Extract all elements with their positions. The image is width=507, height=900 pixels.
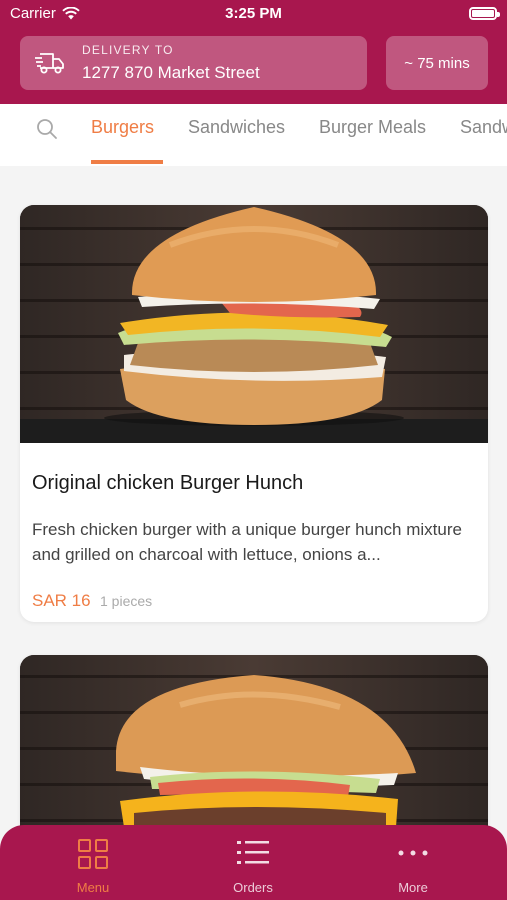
- more-dots-icon: [398, 850, 428, 856]
- app-header: Carrier 3:25 PM DELIVERY TO 1277 870 Mar…: [0, 0, 507, 104]
- product-title: Original chicken Burger Hunch: [32, 472, 304, 494]
- nav-more[interactable]: More: [353, 825, 473, 900]
- nav-orders[interactable]: Orders: [193, 825, 313, 900]
- product-price: SAR 16: [32, 591, 91, 610]
- tab-sandwiches[interactable]: Sandwiches: [188, 117, 285, 138]
- delivery-label: DELIVERY TO: [82, 43, 174, 57]
- nav-menu[interactable]: Menu: [33, 825, 153, 900]
- active-tab-indicator: [91, 160, 163, 164]
- tab-burgers[interactable]: Burgers: [91, 117, 154, 138]
- search-icon[interactable]: [36, 118, 58, 140]
- tab-sandwiches-more[interactable]: Sandw: [460, 117, 507, 138]
- tab-burger-meals[interactable]: Burger Meals: [319, 117, 426, 138]
- nav-orders-label: Orders: [233, 880, 273, 895]
- product-pieces: 1 pieces: [100, 593, 153, 609]
- product-description: Fresh chicken burger with a unique burge…: [32, 520, 462, 564]
- product-card[interactable]: Original chicken Burger Hunch Fresh chic…: [20, 205, 488, 622]
- delivery-eta-button[interactable]: ~ 75 mins: [386, 36, 488, 90]
- category-tabs: Burgers Sandwiches Burger Meals Sandw: [0, 104, 507, 166]
- list-icon: [237, 841, 269, 864]
- product-image: [20, 205, 488, 443]
- delivery-address: 1277 870 Market Street: [82, 63, 260, 82]
- grid-icon: [78, 839, 108, 869]
- nav-menu-label: Menu: [76, 880, 110, 895]
- bottom-navigation: Menu Orders More: [0, 825, 507, 900]
- delivery-truck-icon: [35, 53, 64, 74]
- status-bar: Carrier 3:25 PM: [0, 0, 507, 28]
- status-time: 3:25 PM: [225, 5, 282, 22]
- battery-icon: [469, 7, 500, 20]
- delivery-address-selector[interactable]: DELIVERY TO 1277 870 Market Street: [20, 36, 367, 90]
- nav-more-label: More: [398, 880, 428, 895]
